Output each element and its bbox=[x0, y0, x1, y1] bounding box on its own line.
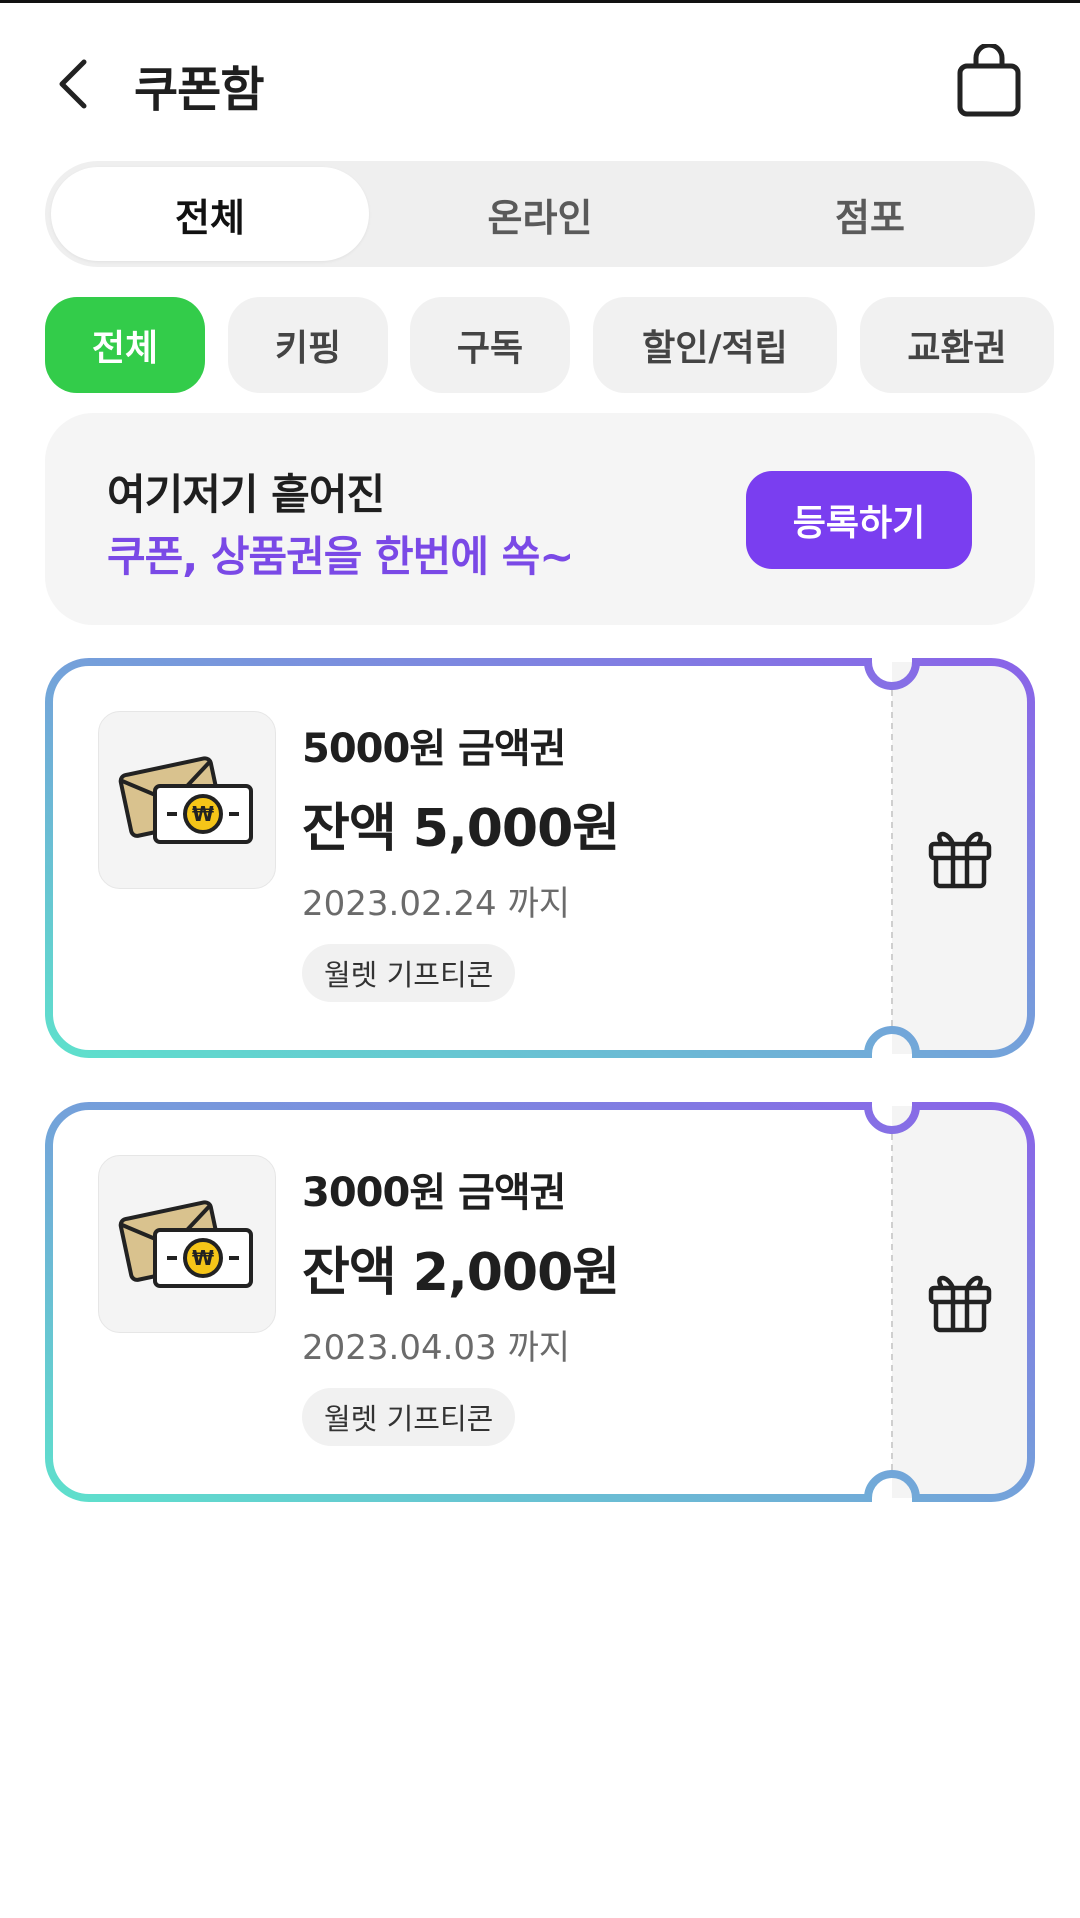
coupon-balance: 잔액 5,000원 bbox=[302, 799, 620, 859]
envelope-cash-icon: ₩ bbox=[118, 756, 253, 844]
shopping-bag-icon[interactable] bbox=[954, 44, 1024, 120]
coupon-tag: 월렛 기프티콘 bbox=[302, 1388, 516, 1446]
chip-exchange[interactable]: 교환권 bbox=[860, 297, 1054, 393]
register-banner: 여기저기 흩어진 쿠폰, 상품권을 한번에 쏙~ 등록하기 bbox=[45, 413, 1035, 625]
coupon-name: 3000원 금액권 bbox=[302, 1170, 566, 1216]
back-icon[interactable] bbox=[50, 58, 98, 110]
coupon-expiry: 2023.02.24 까지 bbox=[302, 884, 571, 924]
segment-tabs: 전체 온라인 점포 bbox=[45, 161, 1035, 267]
header: 쿠폰함 bbox=[0, 30, 1080, 130]
svg-text:₩: ₩ bbox=[192, 1246, 214, 1270]
register-button[interactable]: 등록하기 bbox=[746, 471, 972, 569]
page-title: 쿠폰함 bbox=[134, 62, 264, 118]
svg-text:₩: ₩ bbox=[192, 802, 214, 826]
coupon-card[interactable]: ₩ 5000원 금액권 잔액 5,000원 2023.02.24 까지 월렛 기… bbox=[45, 658, 1035, 1058]
chip-discount[interactable]: 할인/적립 bbox=[593, 297, 837, 393]
gift-icon[interactable] bbox=[925, 1264, 995, 1334]
coupon-balance: 잔액 2,000원 bbox=[302, 1243, 620, 1303]
status-bar-line bbox=[0, 0, 1080, 3]
coupon-thumbnail: ₩ bbox=[98, 1155, 276, 1333]
coupon-card[interactable]: ₩ 3000원 금액권 잔액 2,000원 2023.04.03 까지 월렛 기… bbox=[45, 1102, 1035, 1502]
tab-store[interactable]: 점포 bbox=[711, 167, 1029, 261]
envelope-cash-icon: ₩ bbox=[118, 1200, 253, 1288]
banner-text-line2: 쿠폰, 상품권을 한번에 쏙~ bbox=[107, 532, 574, 581]
coupon-thumbnail: ₩ bbox=[98, 711, 276, 889]
tab-online[interactable]: 온라인 bbox=[381, 167, 699, 261]
tab-all[interactable]: 전체 bbox=[51, 167, 369, 261]
coupon-expiry: 2023.04.03 까지 bbox=[302, 1328, 571, 1368]
coupon-tag: 월렛 기프티콘 bbox=[302, 944, 516, 1002]
chip-subscription[interactable]: 구독 bbox=[410, 297, 570, 393]
chip-keeping[interactable]: 키핑 bbox=[228, 297, 388, 393]
banner-text-line1: 여기저기 흩어진 bbox=[107, 470, 385, 519]
gift-icon[interactable] bbox=[925, 820, 995, 890]
chip-all[interactable]: 전체 bbox=[45, 297, 205, 393]
coupon-name: 5000원 금액권 bbox=[302, 726, 566, 772]
